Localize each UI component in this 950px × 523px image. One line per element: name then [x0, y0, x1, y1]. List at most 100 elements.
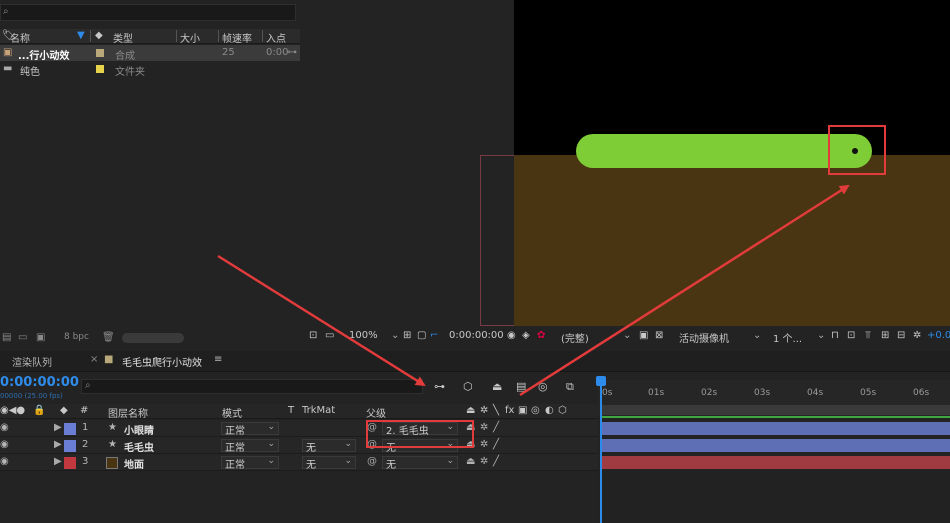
chevron-down-icon[interactable]: ⌄ — [391, 330, 399, 341]
fast-preview-icon[interactable]: ⊞ — [881, 330, 889, 341]
label-color[interactable] — [64, 457, 76, 469]
lock-icon: 🔒 — [33, 405, 46, 416]
new-comp-icon[interactable]: ▣ — [36, 332, 45, 343]
project-footer: ▤ ▭ ▣ 8 bpc 🗑 — [0, 330, 300, 346]
close-icon[interactable]: × — [90, 354, 98, 365]
roi-icon[interactable]: ▣ — [639, 330, 648, 341]
panel-menu-icon[interactable]: ≡ — [214, 354, 222, 365]
label-swatch — [96, 49, 104, 57]
draft-3d-icon[interactable]: ⊟ — [897, 330, 905, 341]
col-t: T — [288, 405, 295, 416]
col-layer-name[interactable]: 图层名称 — [108, 405, 148, 420]
layer-bar-3[interactable] — [602, 456, 950, 469]
trash-icon[interactable]: 🗑 — [102, 332, 115, 343]
layer-row-2[interactable]: ◉ ▶ 2 ★ 毛毛虫 正常 ⌄ 无 ⌄ @ 无 ⌄ ⏏ ✲ ╱ — [0, 437, 598, 454]
shy-switch-icon: ⏏ — [466, 405, 476, 416]
layer-bar-1[interactable] — [602, 422, 950, 435]
draft-3d-icon[interactable]: ⬡ — [463, 380, 473, 393]
project-scrollbar[interactable] — [122, 333, 184, 343]
shy-switch-icon[interactable]: ⏏ — [466, 456, 475, 467]
transparency-icon[interactable]: ⊠ — [655, 330, 663, 341]
always-preview-icon[interactable]: ⊡ — [309, 330, 317, 341]
visibility-icon[interactable]: ◉ — [0, 439, 9, 450]
comp-flowchart-icon[interactable]: ⊶ — [434, 380, 445, 393]
expand-arrow-icon[interactable]: ▶ — [54, 456, 62, 467]
mode-select[interactable]: 正常 ⌄ — [221, 422, 279, 437]
tab-render-queue[interactable]: 渲染队列 — [12, 354, 52, 369]
trkmat-select[interactable]: 无 ⌄ — [302, 439, 356, 454]
collapse-icon[interactable]: ✲ — [480, 456, 488, 467]
col-size[interactable]: 大小 — [180, 30, 200, 45]
layer-row-3[interactable]: ◉ ▶ 3 地面 正常 ⌄ 无 ⌄ @ 无 ⌄ ⏏ ✲ ╱ — [0, 454, 598, 471]
current-time[interactable]: 0:00:00:00 — [449, 330, 504, 341]
col-fps[interactable]: 帧速率 — [222, 30, 252, 45]
monitor-icon[interactable]: ▭ — [325, 330, 334, 341]
quality-icon[interactable]: ╱ — [493, 456, 499, 467]
collapse-icon: ✲ — [480, 405, 489, 416]
quality-icon[interactable]: ╱ — [493, 422, 499, 433]
layer-name[interactable]: 小眼睛 — [124, 422, 154, 437]
toggle-pixel-icon[interactable]: ⊓ — [831, 330, 839, 341]
visibility-icon[interactable]: ◉ — [0, 422, 9, 433]
zoom-select[interactable]: 100% — [349, 330, 378, 341]
flowchart-icon[interactable]: ⊶ — [287, 47, 297, 58]
region-icon[interactable]: ▢ — [417, 330, 426, 341]
frame-blend-icon[interactable]: ▤ — [516, 380, 526, 393]
timeline-search-input[interactable]: ⌕ — [81, 379, 423, 394]
camera-select[interactable]: 活动摄像机 — [679, 330, 729, 345]
tab-comp[interactable]: 毛毛虫爬行小动效 — [122, 354, 202, 369]
3d-view-icon[interactable]: ⊡ — [847, 330, 855, 341]
resolution-select[interactable]: (完整) — [561, 330, 589, 345]
chevron-down-icon[interactable]: ⌄ — [817, 330, 825, 341]
new-folder-icon[interactable]: ▭ — [18, 332, 27, 343]
shy-icon[interactable]: ⏏ — [492, 380, 502, 393]
snapshot-icon[interactable]: ◉ — [507, 330, 516, 341]
project-item-comp[interactable]: ▣ ...行小动效 合成 25 0:00 ⊶ — [0, 45, 300, 62]
chevron-down-icon[interactable]: ⌄ — [623, 330, 631, 341]
settings-icon[interactable]: ✲ — [913, 330, 921, 341]
col-name[interactable]: 名称 — [10, 30, 30, 45]
grid-icon[interactable]: ⊞ — [403, 330, 411, 341]
viewer-toolbar: ⊡ ▭ 100% ⌄ ⊞ ▢ ⌐ 0:00:00:00 ◉ ◈ ✿ (完整) ⌄… — [303, 326, 950, 346]
reset-exposure-icon[interactable]: ⫪ — [865, 330, 871, 341]
exposure-value[interactable]: +0.0 — [927, 330, 950, 341]
item-in: 0:00 — [266, 47, 289, 58]
timeline-timecode[interactable]: 0:00:00:00 — [0, 375, 79, 390]
mode-select[interactable]: 正常 ⌄ — [221, 456, 279, 471]
collapse-icon[interactable]: ✲ — [480, 439, 488, 450]
project-item-folder[interactable]: ▬ 纯色 文件夹 — [0, 61, 300, 78]
playhead-line[interactable] — [600, 378, 602, 523]
layer-name[interactable]: 地面 — [124, 456, 144, 471]
work-area-bar[interactable] — [600, 405, 950, 415]
mode-select[interactable]: 正常 ⌄ — [221, 439, 279, 454]
expand-arrow-icon[interactable]: ▶ — [54, 422, 62, 433]
col-in[interactable]: 入点 — [266, 30, 286, 45]
motion-blur-icon[interactable]: ◎ — [538, 380, 548, 393]
quality-icon[interactable]: ╱ — [493, 439, 499, 450]
collapse-icon[interactable]: ✲ — [480, 422, 488, 433]
layer-row-1[interactable]: ◉ ▶ 1 ★ 小眼睛 正常 ⌄ @ 2. 毛毛虫 ⌄ ⏏ ✲ ╱ — [0, 420, 598, 437]
project-search-input[interactable]: ⌕ — [0, 4, 296, 21]
ruler-tick: 01s — [648, 388, 665, 398]
folder-icon: ▬ — [3, 63, 13, 74]
expand-arrow-icon[interactable]: ▶ — [54, 439, 62, 450]
visibility-icon[interactable]: ◉ — [0, 456, 9, 467]
chevron-down-icon[interactable]: ⌄ — [753, 330, 761, 341]
views-select[interactable]: 1 个... — [773, 330, 802, 345]
label-color[interactable] — [64, 423, 76, 435]
label-color[interactable] — [64, 440, 76, 452]
transparency-grid-icon[interactable]: ⌐ — [430, 330, 438, 341]
channel-icon[interactable]: ✿ — [537, 330, 545, 341]
trkmat-select[interactable]: 无 ⌄ — [302, 456, 356, 471]
pickwhip-icon[interactable]: @ — [367, 456, 377, 467]
parent-select[interactable]: 无 ⌄ — [382, 456, 458, 471]
col-type[interactable]: 类型 — [113, 30, 133, 45]
layer-name[interactable]: 毛毛虫 — [124, 439, 154, 454]
interpret-footage-icon[interactable]: ▤ — [2, 332, 11, 343]
sort-arrow-icon[interactable]: ▼ — [77, 30, 85, 41]
layer-bar-2[interactable] — [602, 439, 950, 452]
bpc-toggle[interactable]: 8 bpc — [64, 332, 89, 342]
show-snapshot-icon[interactable]: ◈ — [522, 330, 530, 341]
graph-editor-icon[interactable]: ⧉ — [566, 380, 574, 394]
shape-layer-icon: ★ — [108, 439, 117, 450]
